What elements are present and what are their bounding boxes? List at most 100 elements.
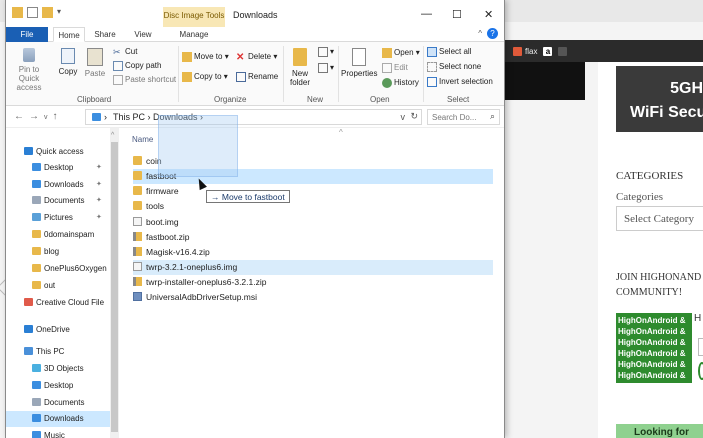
invert-selection-button[interactable]: Invert selection <box>427 77 493 87</box>
rename-icon <box>236 72 246 82</box>
sidebar-item[interactable]: Desktop ✦ <box>6 160 110 176</box>
easy-access-button[interactable]: ▾ <box>318 63 334 73</box>
rename-button[interactable]: Rename <box>236 72 278 82</box>
new-folder-icon[interactable] <box>42 7 53 18</box>
hoa-input[interactable] <box>698 338 703 356</box>
list-item[interactable]: twrp-installer-oneplus6-3.2.1.zip <box>133 275 493 290</box>
file-name: tools <box>146 201 164 211</box>
move-to-button[interactable]: Move to ▾ <box>182 52 229 62</box>
delete-button[interactable]: ✕ Delete ▾ <box>236 52 277 63</box>
list-item[interactable]: tools <box>133 199 493 214</box>
open-group-label: Open <box>370 95 390 104</box>
open-button[interactable]: Open ▾ <box>382 48 420 58</box>
sidebar-item[interactable]: Downloads <box>6 411 110 427</box>
nav-scrollbar[interactable]: ^ <box>110 128 119 438</box>
help-icon[interactable]: ? <box>487 28 498 39</box>
list-item[interactable]: twrp-3.2.1-oneplus6.img <box>133 260 493 275</box>
copy-button[interactable]: Copy <box>58 48 78 76</box>
copy-to-icon <box>182 72 192 82</box>
banner[interactable]: 5GH WiFi Secu <box>616 66 703 132</box>
tab-share[interactable]: Share <box>91 27 119 42</box>
pin-icon[interactable]: ✦ <box>96 196 102 204</box>
sidebar-item[interactable]: This PC <box>6 344 110 360</box>
sidebar-item[interactable]: Quick access <box>6 144 110 160</box>
clipboard-group-label: Clipboard <box>77 95 112 104</box>
select-none-button[interactable]: Select none <box>427 62 481 72</box>
tab-home[interactable]: Home <box>53 27 85 42</box>
new-folder-button[interactable]: New folder <box>286 48 314 87</box>
list-item[interactable]: fastboot.zip <box>133 230 493 245</box>
highonandroid-logo[interactable]: HighOnAndroid & HighOnAndroid & HighOnAn… <box>616 313 692 383</box>
pin-icon[interactable]: ✦ <box>96 213 102 221</box>
sidebar-item[interactable]: Music <box>6 428 110 438</box>
pin-icon[interactable]: ✦ <box>96 163 102 171</box>
new-item-button[interactable]: ▾ <box>318 47 334 57</box>
folder-icon[interactable] <box>12 7 23 18</box>
refresh-icon[interactable]: ↻ <box>410 111 418 122</box>
sidebar-item[interactable]: Creative Cloud File <box>6 295 110 311</box>
edit-button[interactable]: Edit <box>382 63 408 73</box>
address-bar[interactable]: › This PC › Downloads › v ↻ <box>85 109 422 125</box>
new-item-icon <box>318 47 328 57</box>
bookmark-a[interactable]: a <box>543 46 553 56</box>
properties-icon[interactable] <box>27 7 38 18</box>
sidebar-item[interactable]: Documents <box>6 395 110 411</box>
folder-icon <box>24 298 33 306</box>
list-item[interactable]: Magisk-v16.4.zip <box>133 245 493 260</box>
sidebar-item[interactable]: 0domainspam <box>6 227 110 243</box>
scroll-up-icon[interactable]: ^ <box>111 132 114 139</box>
back-icon[interactable]: ← <box>14 111 29 122</box>
paste-button[interactable]: Paste <box>84 48 106 78</box>
minimize-button[interactable]: — <box>421 8 432 20</box>
properties-button[interactable]: Properties <box>341 48 377 78</box>
maximize-button[interactable]: ☐ <box>452 8 462 21</box>
scroll-thumb[interactable] <box>111 142 118 432</box>
tab-view[interactable]: View <box>129 27 157 42</box>
sidebar-item[interactable]: OneDrive <box>6 322 110 338</box>
looking-for-banner[interactable]: Looking for <box>616 424 703 438</box>
sidebar-item-label: Creative Cloud File <box>36 298 105 307</box>
list-item[interactable]: firmware <box>133 184 493 199</box>
pin-icon[interactable]: ✦ <box>96 180 102 188</box>
sidebar-item-label: 3D Objects <box>44 364 84 373</box>
tab-file[interactable]: File <box>6 27 48 42</box>
sidebar-item-label: Desktop <box>44 381 74 390</box>
invert-selection-icon <box>427 77 437 87</box>
column-header-name[interactable]: Name <box>132 135 153 144</box>
qat-dropdown-icon[interactable]: ▾ <box>57 7 65 18</box>
tab-manage[interactable]: Manage <box>174 27 214 42</box>
sidebar-item[interactable]: Documents ✦ <box>6 193 110 209</box>
hoa-circle[interactable] <box>698 362 703 380</box>
close-button[interactable]: ✕ <box>484 8 493 21</box>
search-input[interactable]: Search Do... ⌕ <box>427 109 500 125</box>
up-icon[interactable]: ↑ <box>53 111 63 122</box>
sidebar-item[interactable]: OnePlus6Oxygen <box>6 261 110 277</box>
sidebar-item[interactable]: Downloads ✦ <box>6 177 110 193</box>
list-item[interactable]: UniversalAdbDriverSetup.msi <box>133 290 493 305</box>
history-button[interactable]: History <box>382 78 419 88</box>
list-item[interactable]: boot.img <box>133 215 493 230</box>
cut-button[interactable]: ✂ Cut <box>113 47 137 57</box>
categories-select[interactable]: Select Category <box>616 206 703 231</box>
bookmark-misc[interactable] <box>558 46 568 56</box>
select-all-button[interactable]: Select all <box>427 47 471 57</box>
sidebar-item[interactable]: Pictures ✦ <box>6 210 110 226</box>
recent-dropdown-icon[interactable]: v <box>44 114 53 121</box>
select-all-icon <box>427 47 437 57</box>
hoa-side-text: H <box>694 313 702 324</box>
sidebar-item-label: 0domainspam <box>44 230 95 239</box>
collapse-ribbon-icon[interactable]: ^ <box>478 29 482 38</box>
sidebar-item[interactable]: blog <box>6 244 110 260</box>
paste-shortcut-button[interactable]: Paste shortcut <box>113 75 176 85</box>
copy-path-button[interactable]: Copy path <box>113 61 161 71</box>
sidebar-item[interactable]: 3D Objects <box>6 361 110 377</box>
sidebar-item[interactable]: out <box>6 278 110 294</box>
bookmark-flax[interactable]: flax <box>513 46 537 56</box>
sidebar-item[interactable]: Desktop <box>6 378 110 394</box>
address-dropdown-icon[interactable]: v <box>401 112 406 122</box>
copy-to-button[interactable]: Copy to ▾ <box>182 72 228 82</box>
pin-quick-access-button[interactable]: Pin to Quick access <box>10 48 48 92</box>
screen: flax a 5GH WiFi Secu CATEGORIES Categori… <box>0 0 703 438</box>
forward-icon[interactable]: → <box>29 111 44 122</box>
search-icon: ⌕ <box>489 111 495 121</box>
